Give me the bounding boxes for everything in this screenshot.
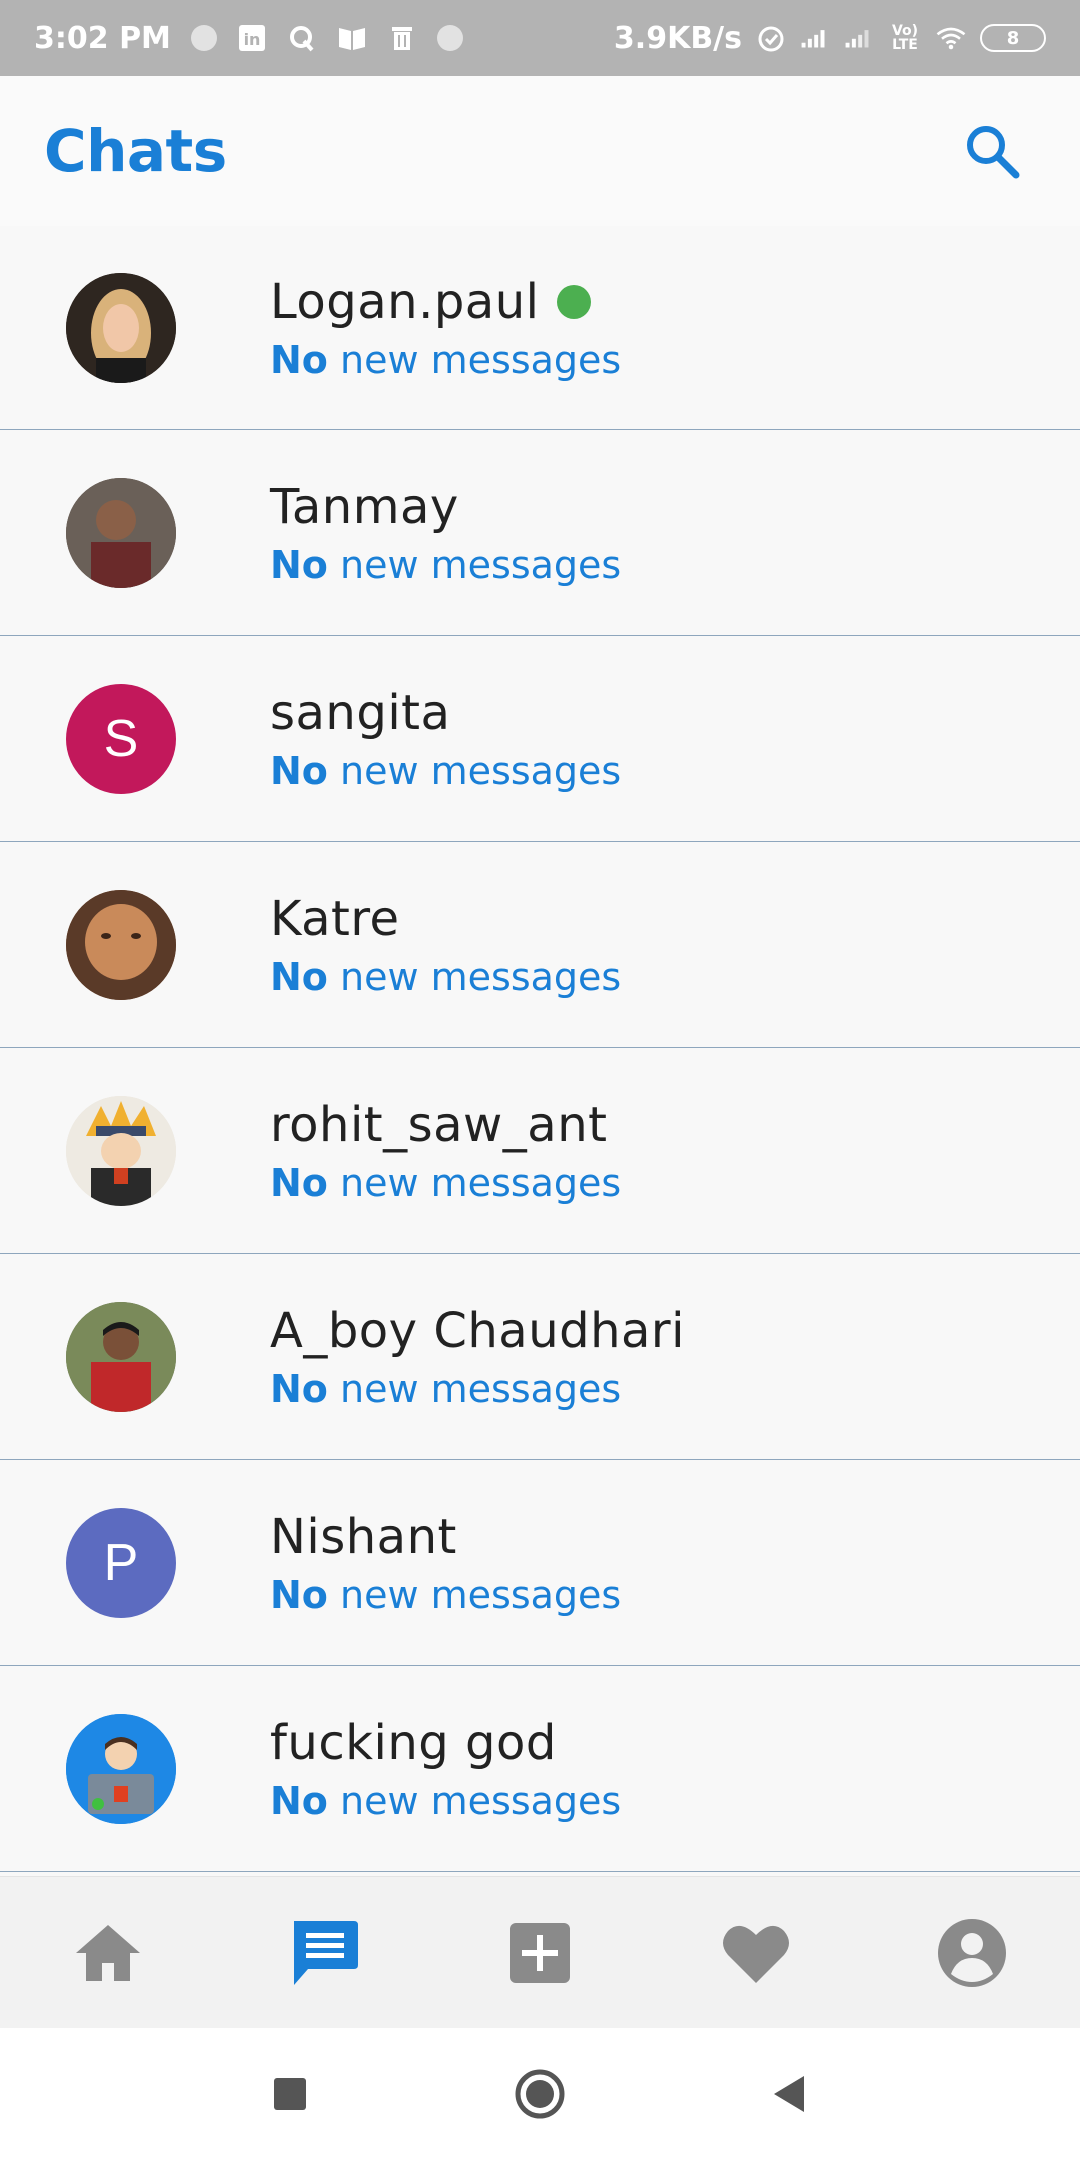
- message-status: No new messages: [270, 1161, 621, 1205]
- notification-dot-icon: [436, 25, 463, 51]
- message-status-text: new messages: [340, 954, 622, 999]
- message-status-bold: No: [270, 748, 328, 793]
- status-time: 3:02 PM: [34, 20, 171, 56]
- avatar: [66, 1095, 176, 1206]
- contact-name: Nishant: [270, 1508, 457, 1565]
- wifi-icon: [936, 23, 966, 53]
- avatar: [66, 272, 176, 383]
- search-button[interactable]: [956, 115, 1028, 187]
- add-icon: [510, 1922, 570, 1983]
- nav-chats[interactable]: [279, 1908, 369, 1998]
- message-status: No new messages: [270, 749, 621, 793]
- contact-name: A_boy Chaudhari: [270, 1302, 685, 1359]
- chat-row[interactable]: Logan.paul No new messages: [0, 226, 1080, 430]
- message-status-text: new messages: [340, 1572, 622, 1617]
- message-status: No new messages: [270, 1779, 621, 1823]
- message-status-text: new messages: [340, 748, 622, 793]
- message-status: No new messages: [270, 955, 621, 999]
- signal-icon: [800, 23, 830, 53]
- profile-icon: [938, 1918, 1006, 1987]
- avatar: [66, 1301, 176, 1412]
- message-status-bold: No: [270, 1160, 328, 1205]
- signal-icon: [844, 23, 874, 53]
- message-status-text: new messages: [340, 337, 622, 382]
- message-status-text: new messages: [340, 1778, 622, 1823]
- nav-profile[interactable]: [927, 1908, 1017, 1998]
- system-nav-bar: [0, 2028, 1080, 2160]
- chat-row[interactable]: Katre No new messages: [0, 842, 1080, 1048]
- avatar: [66, 1713, 176, 1824]
- svg-text:in: in: [243, 30, 260, 49]
- online-indicator-icon: [557, 284, 592, 319]
- message-status-bold: No: [270, 337, 328, 382]
- chat-row[interactable]: rohit_saw_ant No new messages: [0, 1048, 1080, 1254]
- chat-icon: [294, 1920, 358, 1985]
- quora-icon: [287, 23, 317, 53]
- volte-indicator: Vo) LTE: [891, 23, 919, 53]
- circle-icon: [515, 2069, 565, 2119]
- battery-indicator: 8: [980, 24, 1046, 52]
- message-status-bold: No: [270, 542, 328, 587]
- message-status: No new messages: [270, 1573, 621, 1617]
- message-status-bold: No: [270, 1366, 328, 1411]
- message-status: No new messages: [270, 1367, 685, 1411]
- chat-row[interactable]: P Nishant No new messages: [0, 1460, 1080, 1666]
- message-status-text: new messages: [340, 1160, 622, 1205]
- home-button[interactable]: [510, 2064, 570, 2124]
- message-status-bold: No: [270, 1778, 328, 1823]
- contact-name: rohit_saw_ant: [270, 1096, 608, 1153]
- nav-home[interactable]: [63, 1908, 153, 1998]
- notification-dot-icon: [190, 25, 217, 51]
- book-icon: [337, 23, 367, 53]
- alarm-icon: [756, 23, 786, 53]
- message-status-bold: No: [270, 1572, 328, 1617]
- square-icon: [274, 2078, 306, 2110]
- avatar: S: [66, 683, 176, 794]
- message-status-text: new messages: [340, 1366, 622, 1411]
- status-bar: 3:02 PM in 3.9KB/s Vo) LTE 8: [0, 0, 1080, 76]
- avatar: [66, 477, 176, 588]
- recent-apps-button[interactable]: [260, 2064, 320, 2124]
- message-status-bold: No: [270, 954, 328, 999]
- message-status-text: new messages: [340, 542, 622, 587]
- avatar-letter: S: [103, 709, 139, 768]
- nav-favorites[interactable]: [711, 1908, 801, 1998]
- contact-name: Tanmay: [270, 478, 459, 535]
- message-status: No new messages: [270, 338, 621, 382]
- message-status: No new messages: [270, 543, 621, 587]
- avatar: P: [66, 1507, 176, 1618]
- trash-icon: [387, 23, 417, 53]
- avatar: [66, 889, 176, 1000]
- network-speed: 3.9KB/s: [613, 20, 742, 56]
- search-icon: [967, 126, 1020, 179]
- contact-name: Logan.paul: [270, 273, 540, 330]
- back-triangle-icon: [774, 2076, 804, 2112]
- chat-row[interactable]: A_boy Chaudhari No new messages: [0, 1254, 1080, 1460]
- home-icon: [76, 1924, 140, 1981]
- app-header: Chats: [0, 76, 1080, 226]
- bottom-nav: [0, 1876, 1080, 2028]
- chat-row[interactable]: fucking god No new messages: [0, 1666, 1080, 1872]
- linkedin-icon: in: [237, 23, 267, 53]
- contact-name: Katre: [270, 890, 400, 947]
- chat-row[interactable]: S sangita No new messages: [0, 636, 1080, 842]
- heart-icon: [723, 1925, 789, 1983]
- chat-list: Logan.paul No new messages Tanmay No new…: [0, 226, 1080, 1872]
- avatar-letter: P: [103, 1533, 139, 1592]
- page-title: Chats: [44, 117, 227, 185]
- back-button[interactable]: [760, 2064, 820, 2124]
- contact-name: fucking god: [270, 1714, 557, 1771]
- contact-name: sangita: [270, 684, 451, 741]
- chat-row[interactable]: Tanmay No new messages: [0, 430, 1080, 636]
- nav-add[interactable]: [495, 1908, 585, 1998]
